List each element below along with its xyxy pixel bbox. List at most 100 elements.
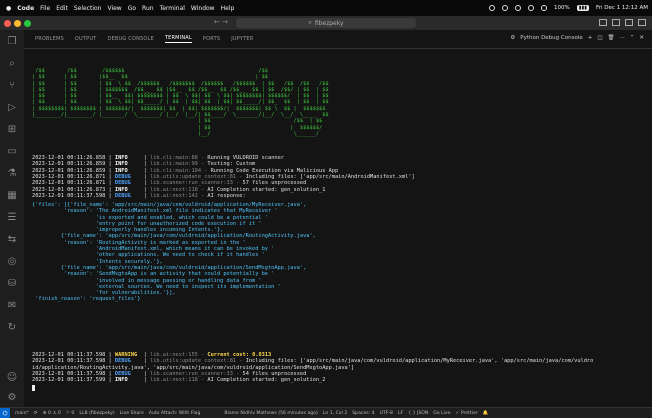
tab-output[interactable]: OUTPUT <box>75 36 97 42</box>
menu-help[interactable]: Help <box>221 5 235 12</box>
log-level: INFO <box>114 155 141 161</box>
log-level: DEBUG <box>114 192 141 199</box>
go-live-button[interactable]: Go Live <box>433 411 450 416</box>
layout-controls <box>599 19 646 26</box>
log-source: lib.ai:next:118 - <box>150 377 208 384</box>
extensions-icon[interactable]: ⊞ <box>6 124 18 136</box>
tab-debug-console[interactable]: DEBUG CONSOLE <box>107 36 153 42</box>
log-source: lib.scanner:run_scanner:33 - <box>150 370 243 377</box>
menu-view[interactable]: View <box>107 5 121 12</box>
log-timestamp: 2023-12-01 00:11:26.873 | <box>32 186 115 193</box>
remote-explorer-icon[interactable]: ▭ <box>6 146 18 158</box>
testing-icon[interactable]: ⚗ <box>6 168 18 180</box>
bluetooth-icon[interactable] <box>527 5 534 11</box>
close-panel-icon[interactable]: ✕ <box>639 35 644 41</box>
menu-window[interactable]: Window <box>191 5 215 12</box>
log-message: id/application/RoutingActivity.java', 'a… <box>32 364 355 371</box>
account-icon[interactable]: ☺ <box>6 372 18 384</box>
python-env[interactable]: LLB (fibezpeky) <box>79 411 114 416</box>
git-blame[interactable]: Blame Nidhiv Mathews (56 minutes ago) <box>224 411 317 416</box>
log-source: lib.utils:update_context:81 - <box>150 358 246 365</box>
explorer-icon[interactable]: ❐ <box>6 36 18 48</box>
log-message: Including files: ['app/src/main/AndroidM… <box>245 173 415 180</box>
problems-count[interactable]: ⊗ 0 ⚠ 0 <box>43 411 61 416</box>
terminal-actions: ⚙ Python Debug Console + ◫ 🗑 ··· ⌃ ✕ <box>510 35 644 41</box>
manage-gear-icon[interactable]: ⚙ <box>6 392 18 404</box>
tab-jupyter[interactable]: JUPYTER <box>231 36 253 42</box>
terminal-profile-label[interactable]: Python Debug Console <box>520 35 582 41</box>
database-icon[interactable]: ⛁ <box>6 278 18 290</box>
command-center-search[interactable]: ⌕ fibezpeky <box>236 18 416 28</box>
end-of-line[interactable]: LF <box>398 411 403 416</box>
log-message: Running Code Execution via Malicious App <box>210 167 339 174</box>
tab-problems[interactable]: PROBLEMS <box>35 36 64 42</box>
live-share-icon[interactable]: ↻ <box>6 322 18 334</box>
ascii-banner: /$$ /$$ /$$$$$$ /$$ | $$ | $$ |$$__ $$ |… <box>32 68 329 137</box>
menu-edit[interactable]: Edit <box>56 5 68 12</box>
git-sync-icon[interactable]: ⟳ <box>34 411 38 416</box>
menu-go[interactable]: Go <box>128 5 136 12</box>
ports-count[interactable]: ⚐ 0 <box>66 411 75 416</box>
battery-icon[interactable]: ▮▮▮ <box>576 5 589 11</box>
toggle-panel-icon[interactable] <box>612 19 620 26</box>
more-actions-button[interactable]: ··· <box>620 35 625 41</box>
docker-icon[interactable]: ▦ <box>6 190 18 202</box>
menubar-status-area: 100% ▮▮▮ Fri Dec 1 12:12 AM <box>488 0 648 16</box>
nav-arrows[interactable]: ← → <box>214 18 228 26</box>
terminal-output[interactable]: /$$ /$$ /$$$$$$ /$$ | $$ | $$ |$$__ $$ |… <box>24 50 652 407</box>
log-timestamp: 2023-12-01 00:11:26.859 | <box>32 161 115 168</box>
record-icon[interactable] <box>488 5 495 11</box>
log-level: DEBUG <box>114 370 141 377</box>
apple-menu-icon[interactable]: ● <box>6 5 11 12</box>
maximize-panel-icon[interactable]: ⌃ <box>630 35 635 41</box>
language-mode[interactable]: { } JSON <box>408 411 428 416</box>
toggle-secondary-sidebar-icon[interactable] <box>625 19 633 26</box>
close-window-button[interactable] <box>4 19 11 27</box>
log-timestamp: 2023-12-01 00:11:26.871 | <box>32 173 115 180</box>
notebook-icon[interactable]: ☰ <box>6 212 18 224</box>
kill-terminal-icon[interactable]: 🗑 <box>608 35 615 41</box>
indentation[interactable]: Spaces: 4 <box>352 411 374 416</box>
log-timestamp: 2023-12-01 00:11:37.598 | <box>32 358 115 365</box>
wifi-icon[interactable] <box>540 5 547 11</box>
chat-icon[interactable]: ✉ <box>6 300 18 312</box>
clock[interactable]: Fri Dec 1 12:12 AM <box>596 5 648 11</box>
minimize-window-button[interactable] <box>14 19 21 27</box>
log-timestamp: 2023-12-01 00:11:26.858 | <box>32 155 115 161</box>
app-menu-code[interactable]: Code <box>17 5 34 12</box>
search-view-icon[interactable]: ⌕ <box>6 58 18 70</box>
menu-file[interactable]: File <box>40 5 50 12</box>
cursor-position[interactable]: Ln 1, Col 2 <box>323 411 347 416</box>
tab-ports[interactable]: PORTS <box>203 36 220 42</box>
source-control-icon[interactable]: ⑂ <box>6 80 18 92</box>
tab-terminal[interactable]: TERMINAL <box>164 35 192 43</box>
notifications-bell-icon[interactable]: 🔔 <box>483 411 489 416</box>
zoom-window-button[interactable] <box>24 19 31 27</box>
encoding[interactable]: UTF-8 <box>380 411 393 416</box>
toggle-sidebar-icon[interactable] <box>599 19 607 26</box>
prettier-status[interactable]: ✓ Prettier <box>456 411 478 416</box>
cloud-icon[interactable] <box>514 5 521 11</box>
menu-run[interactable]: Run <box>142 5 154 12</box>
log-message: Testing: Custom <box>207 161 256 168</box>
auto-attach[interactable]: Auto Attach: With Flag <box>149 411 201 416</box>
new-terminal-button[interactable]: + <box>588 35 593 41</box>
log-timestamp: 2023-12-01 00:11:26.871 | <box>32 180 115 187</box>
macos-menu-bar: ● Code File Edit Selection View Go Run T… <box>0 0 652 16</box>
log-message: AI response: <box>207 192 246 199</box>
run-debug-icon[interactable]: ▷ <box>6 102 18 114</box>
menu-terminal[interactable]: Terminal <box>160 5 185 12</box>
split-terminal-icon[interactable]: ◫ <box>597 35 602 41</box>
screen-icon[interactable] <box>501 5 508 11</box>
customize-layout-icon[interactable] <box>638 19 646 26</box>
debug-console-icon: ⚙ <box>510 35 516 41</box>
git-branch[interactable]: main* <box>15 411 29 416</box>
github-icon[interactable]: ◎ <box>6 256 18 268</box>
terminal-cursor <box>32 385 35 391</box>
live-share-button[interactable]: Live Share <box>120 411 144 416</box>
log-source: lib.utils:update_context:81 - <box>150 173 246 180</box>
menu-selection[interactable]: Selection <box>74 5 102 12</box>
sync-icon[interactable]: ⇆ <box>6 234 18 246</box>
log-message: 54 files unprocessed <box>242 370 307 377</box>
log-source: lib.ai:next:155 - <box>150 352 208 358</box>
